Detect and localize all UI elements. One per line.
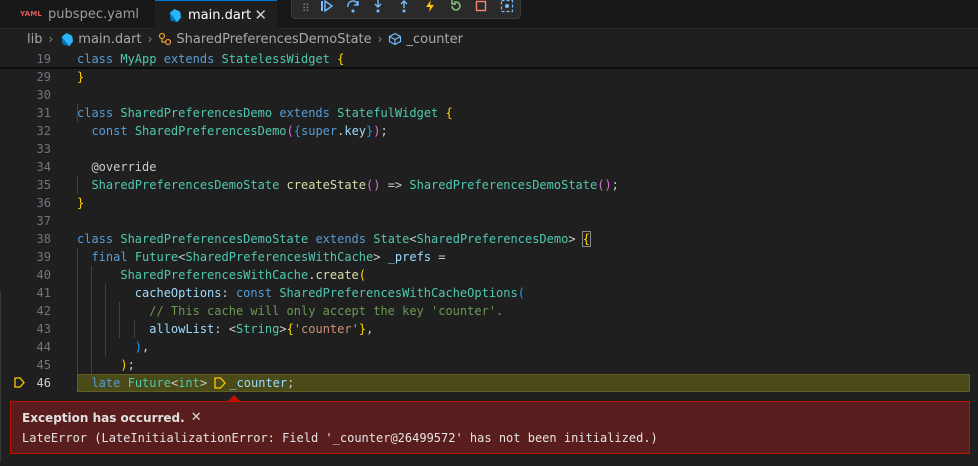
code-line-34[interactable]: 34 @override xyxy=(0,158,978,176)
code-line: const SharedPreferencesDemo({super.key})… xyxy=(91,124,388,138)
code-line: SharedPreferencesDemoState createState()… xyxy=(91,178,619,192)
code-line: allowList: <String>{'counter'}, xyxy=(149,322,374,336)
code-line-43[interactable]: 43 allowList: <String>{'counter'}, xyxy=(0,320,978,338)
code-line-29[interactable]: 29 } xyxy=(0,68,978,86)
hot-reload-icon[interactable] xyxy=(417,0,443,19)
code-line-33[interactable]: 33 xyxy=(0,140,978,158)
chevron-right-icon: › xyxy=(147,32,153,46)
code-line-39[interactable]: 39 final Future<SharedPreferencesWithCac… xyxy=(0,248,978,266)
tab-main-dart[interactable]: main.dart ✕ xyxy=(155,0,277,29)
breadcrumb: lib › main.dart › SharedPreferencesDemoS… xyxy=(0,28,978,50)
code-line-35[interactable]: 35 SharedPreferencesDemoState createStat… xyxy=(0,176,978,194)
code-line: @override xyxy=(91,160,157,174)
line-number: 43 xyxy=(36,322,51,336)
breadcrumb-item-class[interactable]: SharedPreferencesDemoState xyxy=(158,31,372,47)
line-number: 32 xyxy=(36,124,51,138)
exception-title: Exception has occurred. ✕ xyxy=(22,410,202,425)
panel-divider xyxy=(0,292,1,462)
chevron-right-icon: › xyxy=(377,32,383,46)
yaml-file-icon: YAML xyxy=(20,10,43,18)
code-line: class SharedPreferencesDemo extends Stat… xyxy=(77,106,453,120)
code-line-41[interactable]: 41 cacheOptions: const SharedPreferences… xyxy=(0,284,978,302)
exception-title-text: Exception has occurred. xyxy=(22,410,185,425)
code-line: final Future<SharedPreferencesWithCache>… xyxy=(91,250,446,264)
code-line: // This cache will only accept the key '… xyxy=(149,304,504,318)
line-number: 40 xyxy=(36,268,51,282)
code-line: class MyApp extends StatelessWidget { xyxy=(77,52,345,66)
code-line: SharedPreferencesWithCache.create( xyxy=(120,268,367,282)
code-line-44[interactable]: 44 ), xyxy=(0,338,978,356)
tab-label: main.dart xyxy=(188,7,252,23)
code-line-40[interactable]: 40 SharedPreferencesWithCache.create( xyxy=(0,266,978,284)
breadcrumb-label: SharedPreferencesDemoState xyxy=(176,31,372,47)
line-number: 39 xyxy=(36,250,51,264)
breadcrumb-label: main.dart xyxy=(78,31,142,47)
code-line-42[interactable]: 42 // This cache will only accept the ke… xyxy=(0,302,978,320)
code-line: class SharedPreferencesDemoState extends… xyxy=(77,231,592,247)
inspect-widget-icon[interactable] xyxy=(494,0,520,19)
code-line: cacheOptions: const SharedPreferencesWit… xyxy=(134,286,525,300)
code-line-38[interactable]: 38 class SharedPreferencesDemoState exte… xyxy=(0,230,978,248)
tab-pubspec-yaml[interactable]: YAML pubspec.yaml xyxy=(0,0,155,28)
code-line: ), xyxy=(134,340,150,354)
breadcrumb-item-lib[interactable]: lib xyxy=(27,32,42,47)
line-number: 31 xyxy=(36,106,51,120)
line-number: 44 xyxy=(36,340,51,354)
line-number: 35 xyxy=(36,178,51,192)
debug-toolbar: ⠿ xyxy=(291,0,521,19)
code-line-36[interactable]: 36 } xyxy=(0,194,978,212)
breadcrumb-item-field[interactable]: _counter xyxy=(388,32,463,47)
code-line: } xyxy=(77,196,85,210)
chevron-right-icon: › xyxy=(48,32,54,46)
code-editor[interactable]: 19 class MyApp extends StatelessWidget {… xyxy=(0,50,978,400)
code-line-46-current[interactable]: 46 late Future<int> _counter; xyxy=(0,374,978,392)
line-number: 37 xyxy=(36,214,51,228)
code-line: late Future<int> _counter; xyxy=(91,376,295,390)
line-number: 36 xyxy=(36,196,51,210)
restart-icon[interactable] xyxy=(443,0,469,19)
inline-execution-marker-icon xyxy=(214,377,227,389)
line-number: 33 xyxy=(36,142,51,156)
line-number: 19 xyxy=(36,52,51,66)
code-line-30[interactable]: 30 xyxy=(0,86,978,104)
exception-widget: Exception has occurred. ✕ LateError (Lat… xyxy=(10,401,970,454)
dart-file-icon xyxy=(62,32,74,46)
breadcrumb-item-main-dart[interactable]: main.dart xyxy=(59,31,142,47)
dart-file-icon xyxy=(169,8,182,22)
step-over-icon[interactable] xyxy=(340,0,366,19)
code-line-45[interactable]: 45 ); xyxy=(0,356,978,374)
line-number: 46 xyxy=(36,376,51,390)
step-into-icon[interactable] xyxy=(365,0,391,19)
line-number: 30 xyxy=(36,88,51,102)
line-number: 45 xyxy=(36,358,51,372)
code-line-31[interactable]: 31 class SharedPreferencesDemo extends S… xyxy=(0,104,978,122)
code-line: } xyxy=(77,70,85,84)
code-line-32[interactable]: 32 const SharedPreferencesDemo({super.ke… xyxy=(0,122,978,140)
line-number: 42 xyxy=(36,304,51,318)
field-symbol-icon xyxy=(389,32,402,46)
line-number: 41 xyxy=(36,286,51,300)
line-number: 34 xyxy=(36,160,51,174)
breadcrumb-label: _counter xyxy=(406,31,463,47)
exception-message: LateError (LateInitializationError: Fiel… xyxy=(22,431,658,445)
sticky-scroll-line[interactable]: 19 class MyApp extends StatelessWidget { xyxy=(0,50,978,68)
class-symbol-icon xyxy=(159,32,172,46)
drag-handle-icon[interactable]: ⠿ xyxy=(298,0,314,18)
code-line: ); xyxy=(120,358,135,372)
line-number: 38 xyxy=(36,232,51,246)
line-number: 29 xyxy=(36,70,51,84)
tab-label: pubspec.yaml xyxy=(48,6,140,22)
continue-icon[interactable] xyxy=(314,0,340,19)
step-out-icon[interactable] xyxy=(391,0,417,19)
code-line-37[interactable]: 37 xyxy=(0,212,978,230)
stop-icon[interactable] xyxy=(468,0,494,19)
close-tab-icon[interactable]: ✕ xyxy=(254,6,267,24)
close-exception-icon[interactable]: ✕ xyxy=(191,410,202,425)
